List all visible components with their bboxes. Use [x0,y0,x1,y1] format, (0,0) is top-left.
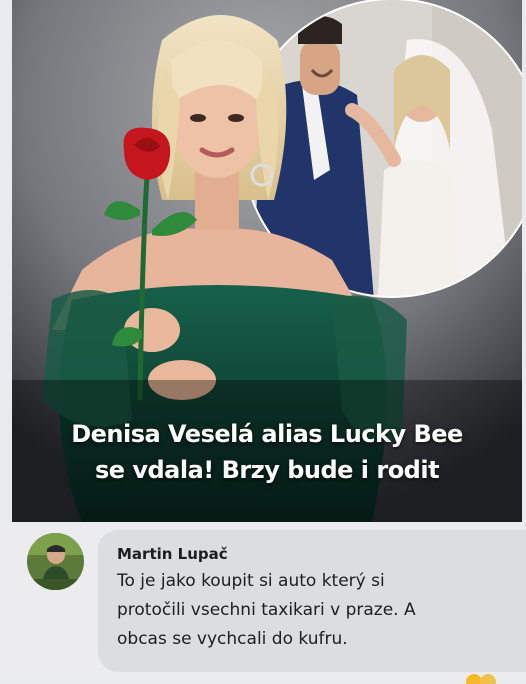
comment-text-line: obcas se vychcali do kufru. [117,629,348,649]
comment-text-line: To je jako koupit si auto který si [117,571,385,591]
wow-reaction-icon [480,674,496,684]
headline-line-2: se vdala! Brzy bude i rodit [94,456,440,484]
reaction-icons[interactable] [464,672,504,684]
comment-text-line: protočili vsechni taxikari v praze. A [117,600,416,620]
comment-author[interactable]: Martin Lupač [117,545,228,563]
avatar-photo-icon [27,533,84,590]
headline-line-1: Denisa Veselá alias Lucky Bee [71,420,463,448]
avatar[interactable] [27,533,84,590]
post-image-card[interactable]: Denisa Veselá alias Lucky Bee se vdala! … [12,0,522,522]
haha-reaction-icon [466,674,482,684]
